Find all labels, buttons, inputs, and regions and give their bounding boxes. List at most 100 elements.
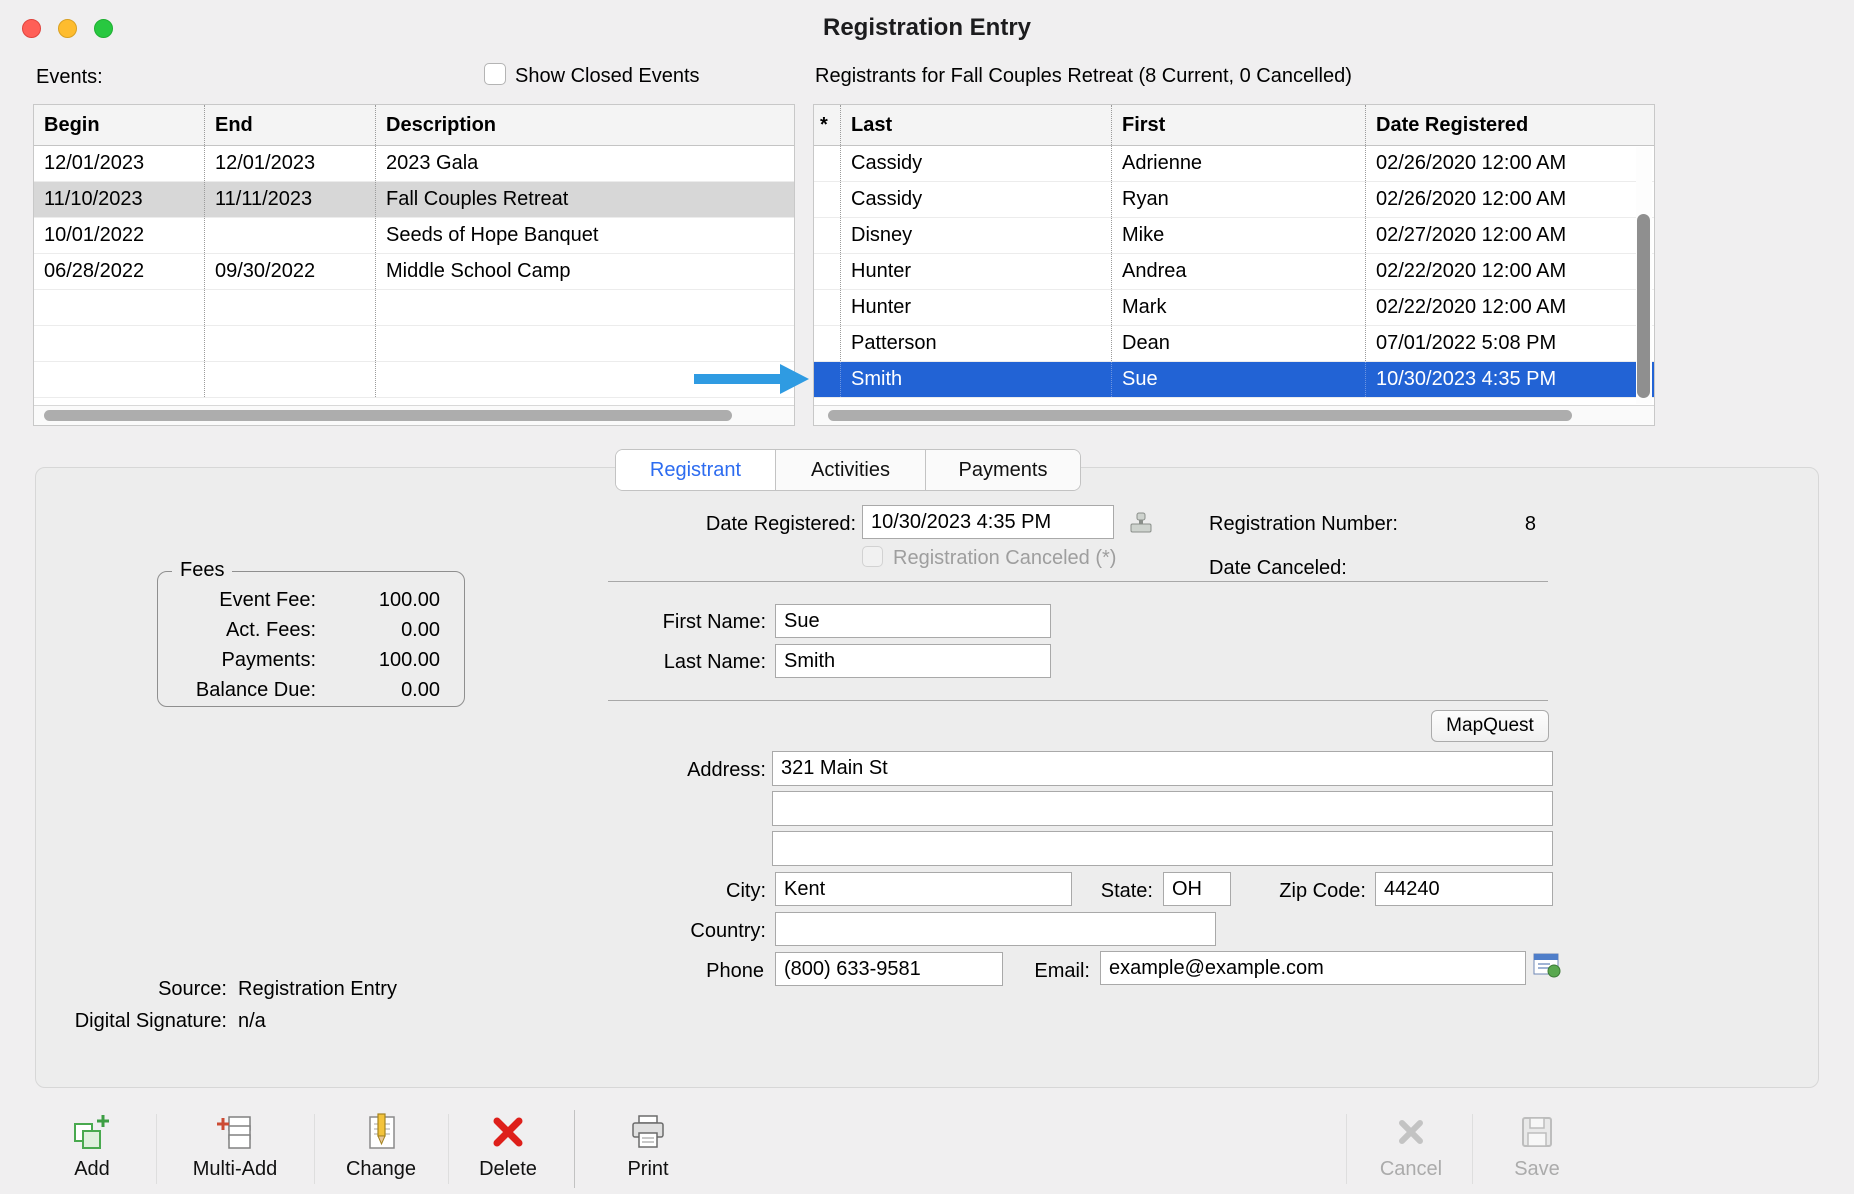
tab-payments[interactable]: Payments xyxy=(926,450,1080,490)
source-value: Registration Entry xyxy=(238,978,397,1001)
registration-canceled-checkbox xyxy=(862,546,883,567)
phone-label: Phone xyxy=(550,960,764,983)
date-registered-input[interactable] xyxy=(862,505,1114,539)
column-header-begin[interactable]: Begin xyxy=(34,105,205,145)
column-header-end[interactable]: End xyxy=(205,105,376,145)
registrant-first: Sue xyxy=(1112,362,1366,397)
act-fees-value: 0.00 xyxy=(330,619,440,642)
cancel-button[interactable]: Cancel xyxy=(1352,1108,1470,1192)
event-row[interactable]: 06/28/2022 09/30/2022 Middle School Camp xyxy=(34,254,794,290)
balance-due-value: 0.00 xyxy=(330,679,440,702)
event-begin: 06/28/2022 xyxy=(34,254,205,289)
registrant-row[interactable]: Hunter Mark 02/22/2020 12:00 AM xyxy=(814,290,1654,326)
registrant-row[interactable]: Hunter Andrea 02/22/2020 12:00 AM xyxy=(814,254,1654,290)
payments-label: Payments: xyxy=(166,649,316,672)
digital-signature-label: Digital Signature: xyxy=(45,1010,227,1033)
print-button-label: Print xyxy=(627,1158,668,1181)
registrants-vscrollbar[interactable] xyxy=(1636,147,1652,404)
column-header-star[interactable]: * xyxy=(814,105,841,145)
event-row-selected[interactable]: 11/10/2023 11/11/2023 Fall Couples Retre… xyxy=(34,182,794,218)
registrant-row[interactable]: Cassidy Ryan 02/26/2020 12:00 AM xyxy=(814,182,1654,218)
registrants-vscrollbar-thumb[interactable] xyxy=(1637,214,1650,398)
registration-entry-window: Registration Entry Events: Show Closed E… xyxy=(0,0,1854,1194)
detail-tabs: Registrant Activities Payments xyxy=(615,449,1081,491)
column-header-date-registered[interactable]: Date Registered xyxy=(1366,105,1654,145)
event-begin: 12/01/2023 xyxy=(34,146,205,181)
event-description: Fall Couples Retreat xyxy=(376,182,794,217)
event-begin: 10/01/2022 xyxy=(34,218,205,253)
city-label: City: xyxy=(550,880,766,903)
events-hscrollbar-thumb[interactable] xyxy=(44,410,732,421)
add-button[interactable]: Add xyxy=(30,1108,154,1192)
print-button[interactable]: Print xyxy=(590,1108,706,1192)
date-registered-label: Date Registered: xyxy=(560,513,856,536)
column-header-first[interactable]: First xyxy=(1112,105,1366,145)
registrant-last: Patterson xyxy=(841,326,1112,361)
column-header-last[interactable]: Last xyxy=(841,105,1112,145)
toolbar-separator xyxy=(156,1114,157,1184)
country-input[interactable] xyxy=(775,912,1216,946)
show-closed-events-label: Show Closed Events xyxy=(515,65,700,88)
registrant-row[interactable]: Patterson Dean 07/01/2022 5:08 PM xyxy=(814,326,1654,362)
change-button[interactable]: Change xyxy=(318,1108,444,1192)
registrants-title: Registrants for Fall Couples Retreat (8 … xyxy=(815,65,1352,88)
registrant-last: Cassidy xyxy=(841,182,1112,217)
tab-activities[interactable]: Activities xyxy=(776,450,926,490)
address-line3-input[interactable] xyxy=(772,831,1553,866)
multi-add-button-label: Multi-Add xyxy=(193,1158,277,1181)
registrant-last: Cassidy xyxy=(841,146,1112,181)
email-input[interactable] xyxy=(1100,951,1526,985)
registrant-date: 02/22/2020 12:00 AM xyxy=(1366,254,1654,289)
save-button[interactable]: Save xyxy=(1478,1108,1596,1192)
fees-row: Payments: 100.00 xyxy=(166,645,464,675)
address-label: Address: xyxy=(550,759,766,782)
address-line1-input[interactable] xyxy=(772,751,1553,786)
show-closed-events-checkbox[interactable] xyxy=(484,63,506,85)
first-name-input[interactable] xyxy=(775,604,1051,638)
last-name-label: Last Name: xyxy=(550,651,766,674)
save-button-label: Save xyxy=(1514,1158,1560,1181)
date-stamp-icon[interactable] xyxy=(1128,510,1154,536)
event-row-empty xyxy=(34,362,794,398)
event-row-empty xyxy=(34,326,794,362)
email-icon[interactable] xyxy=(1533,953,1561,979)
zip-code-input[interactable] xyxy=(1375,872,1553,906)
change-button-label: Change xyxy=(346,1158,416,1181)
registrant-row[interactable]: Cassidy Adrienne 02/26/2020 12:00 AM xyxy=(814,146,1654,182)
events-table: Begin End Description 12/01/2023 12/01/2… xyxy=(33,104,795,426)
address-line2-input[interactable] xyxy=(772,791,1553,826)
event-row[interactable]: 12/01/2023 12/01/2023 2023 Gala xyxy=(34,146,794,182)
registrant-first: Ryan xyxy=(1112,182,1366,217)
registrant-last: Hunter xyxy=(841,290,1112,325)
registrants-hscrollbar-thumb[interactable] xyxy=(828,410,1572,421)
registrant-date: 02/27/2020 12:00 AM xyxy=(1366,218,1654,253)
registrant-date: 02/26/2020 12:00 AM xyxy=(1366,182,1654,217)
delete-button[interactable]: Delete xyxy=(452,1108,564,1192)
phone-input[interactable] xyxy=(775,952,1003,986)
toolbar-separator xyxy=(314,1114,315,1184)
cancel-icon xyxy=(1391,1112,1431,1152)
column-header-description[interactable]: Description xyxy=(376,105,794,145)
first-name-label: First Name: xyxy=(550,611,766,634)
registrants-hscrollbar[interactable] xyxy=(814,405,1654,425)
registration-canceled-label: Registration Canceled (*) xyxy=(893,547,1116,570)
city-input[interactable] xyxy=(775,872,1072,906)
registrant-first: Mike xyxy=(1112,218,1366,253)
event-row[interactable]: 10/01/2022 Seeds of Hope Banquet xyxy=(34,218,794,254)
add-icon xyxy=(72,1112,112,1152)
tab-registrant[interactable]: Registrant xyxy=(616,450,776,490)
events-hscrollbar[interactable] xyxy=(34,405,794,425)
registrant-row-selected[interactable]: Smith Sue 10/30/2023 4:35 PM xyxy=(814,362,1654,398)
registration-number-label: Registration Number: xyxy=(1209,513,1398,536)
window-title: Registration Entry xyxy=(0,14,1854,42)
delete-button-label: Delete xyxy=(479,1158,537,1181)
registrant-row[interactable]: Disney Mike 02/27/2020 12:00 AM xyxy=(814,218,1654,254)
state-input[interactable] xyxy=(1163,872,1231,906)
toolbar-divider xyxy=(574,1110,575,1188)
event-end: 12/01/2023 xyxy=(205,146,376,181)
registrant-date: 02/26/2020 12:00 AM xyxy=(1366,146,1654,181)
multi-add-button[interactable]: Multi-Add xyxy=(160,1108,310,1192)
mapquest-button[interactable]: MapQuest xyxy=(1431,710,1549,742)
last-name-input[interactable] xyxy=(775,644,1051,678)
registrant-last: Disney xyxy=(841,218,1112,253)
